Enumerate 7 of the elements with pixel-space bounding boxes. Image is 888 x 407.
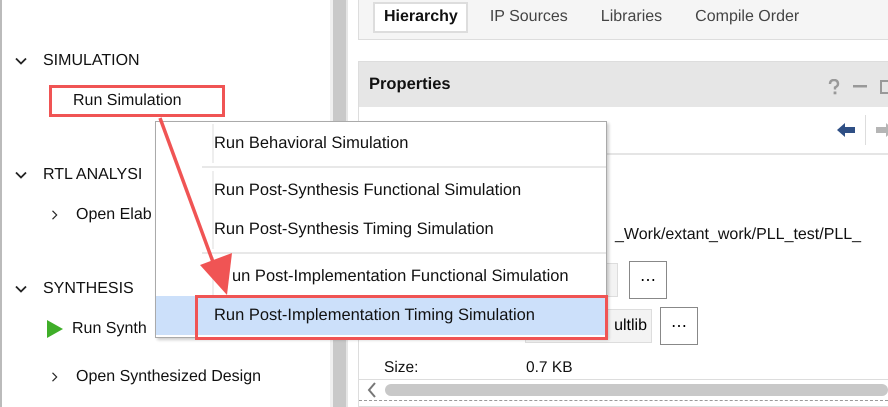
panel-title: Properties: [369, 75, 452, 94]
section-heading: SIMULATION: [43, 52, 140, 70]
section-heading: SYNTHESIS: [43, 280, 134, 298]
property-label: Size:: [384, 359, 420, 377]
file-path: _Work/extant_work/PLL_test/PLL_: [615, 226, 862, 244]
section-heading: RTL ANALYSI: [43, 166, 142, 184]
property-value: 0.7 KB: [526, 359, 573, 377]
